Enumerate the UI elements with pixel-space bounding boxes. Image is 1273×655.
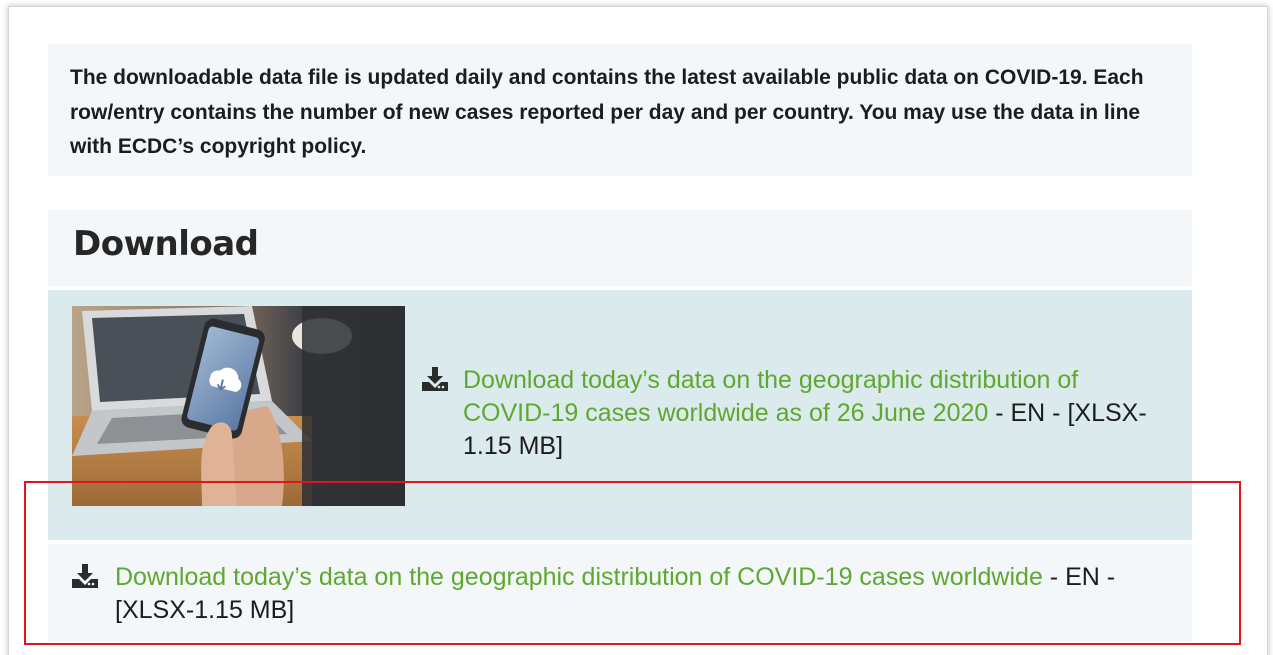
phone-cloud-download-image [72,306,405,506]
download-link-dated[interactable]: Download today’s data on the geographic … [463,366,1078,427]
download-icon [422,367,448,396]
download-item-dated: Download today’s data on the geographic … [48,290,1192,540]
download-link-text-dated: Download today’s data on the geographic … [463,364,1153,463]
intro-text: The downloadable data file is updated da… [70,66,1144,158]
download-link-text-latest: Download today’s data on the geographic … [115,561,1180,627]
download-icon [72,564,98,593]
intro-panel: The downloadable data file is updated da… [48,44,1192,176]
page: The downloadable data file is updated da… [0,0,1273,655]
download-title: Download [73,224,259,264]
download-link-latest[interactable]: Download today’s data on the geographic … [115,563,1043,591]
download-header: Download [48,210,1192,286]
download-item-latest: Download today’s data on the geographic … [48,544,1192,642]
